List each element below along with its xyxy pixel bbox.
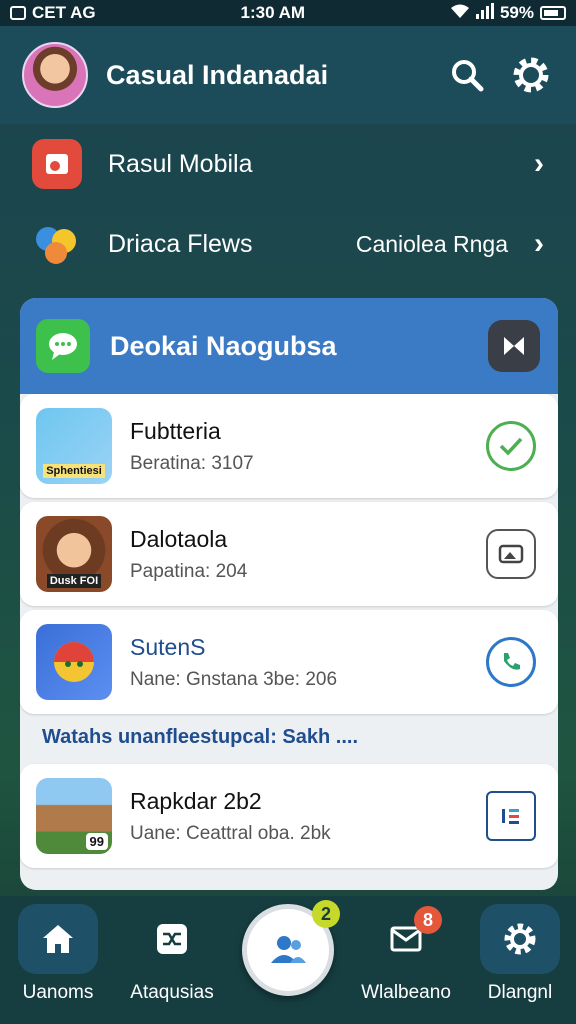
call-button[interactable]: [486, 637, 536, 687]
home-icon: [18, 904, 98, 974]
thumbnail: Sphentiesi: [36, 408, 112, 484]
avatar[interactable]: [22, 42, 88, 108]
status-bar: CET AG 1:30 AM 59%: [0, 0, 576, 26]
item-title: SutenS: [130, 633, 206, 660]
list-item[interactable]: Sphentiesi Fubtteria Beratina: 3107: [20, 394, 558, 498]
thumbnail-text: 99: [85, 833, 108, 850]
nav-item-settings[interactable]: Dlangnl: [472, 904, 568, 1016]
thumbnail: 99: [36, 778, 112, 854]
item-title: Rapkdar 2b2: [130, 787, 262, 814]
gear-icon: [513, 57, 549, 93]
fab-badge: 2: [312, 900, 340, 928]
search-icon: [452, 60, 484, 92]
gear-icon: [480, 904, 560, 974]
nav-item-ataqusias[interactable]: Ataqusias: [124, 904, 220, 1016]
item-title: Fubtteria: [130, 417, 221, 444]
page-title: Casual Indanadai: [106, 59, 329, 90]
section-label: Watahs unanfleestupcal: Sakh ....: [42, 726, 358, 748]
item-subtitle: Uane: Ceattral oba. 2bk: [130, 822, 331, 844]
battery-percent: 59%: [499, 3, 534, 22]
inbox-badge: 8: [414, 906, 442, 934]
phone-icon: [504, 653, 520, 670]
list-item[interactable]: 99 Rapkdar 2b2 Uane: Ceattral oba. 2bk: [20, 764, 558, 868]
carrier-label: CET AG: [32, 3, 96, 22]
image-edit-icon: [498, 544, 524, 564]
item-subtitle: Papatina: 204: [130, 560, 248, 582]
thumbnail: [36, 624, 112, 700]
thumbnail-text: Sphentiesi: [43, 464, 105, 478]
row-driaca-flews[interactable]: Driaca Flews Caniolea Rnga ›: [0, 204, 576, 284]
row-rasul-mobila[interactable]: Rasul Mobila ›: [0, 124, 576, 204]
shuffle-icon: [132, 904, 212, 974]
signal-icon: [475, 2, 494, 24]
chevron-right-icon: ›: [534, 227, 544, 260]
settings-button[interactable]: [508, 52, 554, 98]
users-icon: [271, 936, 306, 963]
item-subtitle: Beratina: 3107: [130, 452, 254, 474]
puzzle-icon: [32, 219, 82, 269]
chevron-right-icon: ›: [534, 147, 544, 180]
chat-icon: [36, 319, 90, 373]
app-header: Casual Indanadai: [0, 26, 576, 124]
nav-label: Ataqusias: [130, 982, 214, 1003]
row-label: Rasul Mobila: [108, 149, 253, 178]
battery-icon: [540, 6, 566, 20]
clock: 1:30 AM: [240, 3, 306, 22]
thumbnail-text: Dusk FOI: [46, 574, 102, 588]
details-button[interactable]: [486, 791, 536, 841]
nav-item-home[interactable]: Uanoms: [10, 904, 106, 1016]
edit-button[interactable]: [486, 529, 536, 579]
card: Deokai Naogubsa Sphentiesi Fubtteria Ber…: [20, 298, 558, 890]
list-item[interactable]: SutenS Nane: Gnstana 3be: 206: [20, 610, 558, 714]
list-item[interactable]: Dusk FOI Dalotaola Papatina: 204: [20, 502, 558, 606]
item-subtitle: Nane: Gnstana 3be: 206: [130, 668, 338, 690]
media-icon: [504, 337, 524, 355]
notification-icon: [10, 6, 26, 20]
check-icon: [499, 437, 523, 456]
nav-label: Uanoms: [22, 982, 94, 1003]
item-title: Dalotaola: [130, 525, 228, 552]
nav-label: Wlalbeano: [361, 982, 451, 1003]
row-value: Caniolea Rnga: [355, 230, 508, 257]
check-button[interactable]: [486, 421, 536, 471]
card-title: Deokai Naogubsa: [110, 330, 337, 361]
card-header: Deokai Naogubsa: [20, 298, 558, 394]
list-icon: [502, 809, 519, 824]
search-button[interactable]: [444, 52, 490, 98]
app-red-icon: [32, 139, 82, 189]
row-label: Driaca Flews: [108, 229, 253, 258]
nav-label: Dlangnl: [487, 982, 553, 1003]
wifi-icon: [450, 3, 470, 24]
thumbnail: Dusk FOI: [36, 516, 112, 592]
card-action-button[interactable]: [488, 320, 540, 372]
